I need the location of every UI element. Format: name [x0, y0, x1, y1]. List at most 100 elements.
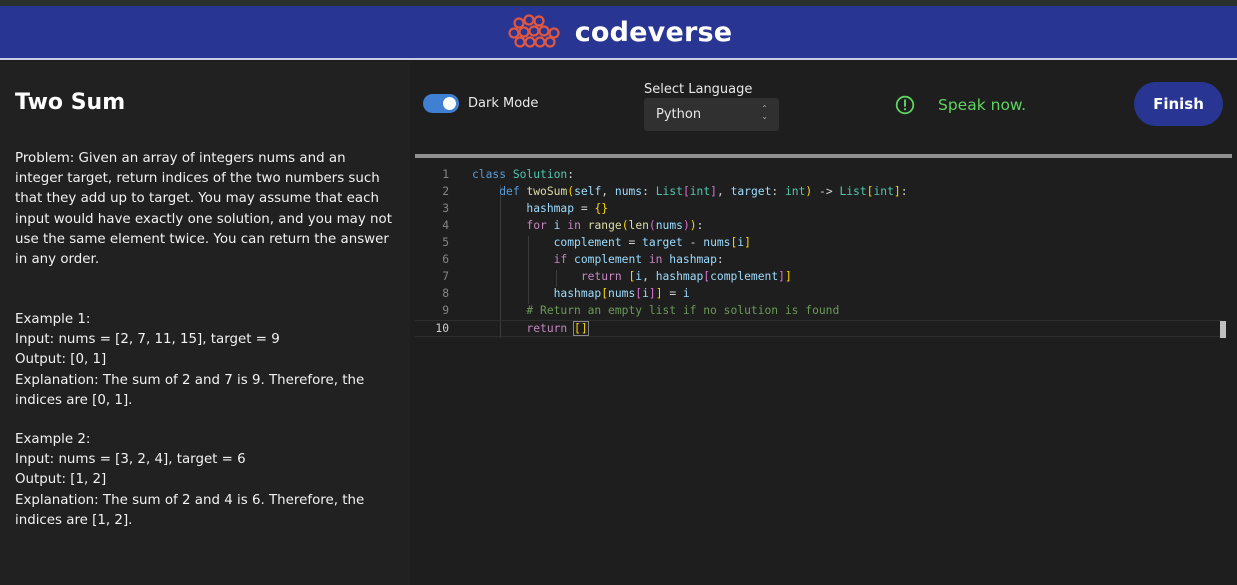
- line-code: # Return an empty list if no solution is…: [472, 304, 839, 317]
- line-number: 2: [442, 185, 449, 198]
- dark-mode-label: Dark Mode: [468, 96, 539, 111]
- problem-title: Two Sum: [15, 90, 126, 115]
- line-code: if complement in hashmap:: [553, 253, 724, 266]
- example-heading: Example 1:: [15, 312, 91, 327]
- code-token: target: [642, 236, 683, 249]
- example-heading: Example 2:: [15, 432, 91, 447]
- code-line: 8 hashmap[nums[i]] = i: [415, 286, 1222, 303]
- code-token: complement: [710, 270, 779, 283]
- code-token: List: [839, 185, 867, 198]
- line-number: 7: [442, 270, 449, 283]
- code-editor[interactable]: 1 class Solution: 2 def twoSum(self, num…: [415, 154, 1232, 585]
- dark-mode-toggle[interactable]: [423, 94, 459, 113]
- code-token: in: [648, 253, 663, 266]
- code-token: i: [642, 287, 649, 300]
- line-code: def twoSum(self, nums: List[int], target…: [499, 185, 908, 198]
- line-code: class Solution:: [472, 168, 575, 181]
- code-token: ]: [778, 270, 785, 283]
- code-line: 6 if complement in hashmap:: [415, 252, 1222, 269]
- code-line: 4 for i in range(len(nums)):: [415, 218, 1222, 235]
- code-line: 5 complement = target - nums[i]: [415, 235, 1222, 252]
- code-token: twoSum: [526, 185, 568, 198]
- code-token: ]: [784, 270, 792, 283]
- example-output: Output: [1, 2]: [15, 472, 107, 488]
- codeverse-logo-icon: [508, 14, 560, 48]
- line-code: return []: [472, 321, 589, 336]
- line-number: 1: [442, 168, 449, 181]
- editor-toolbar: Dark Mode Select Language Python ⌃ ⌄ Spea…: [410, 62, 1237, 154]
- editor-scroll-marker: [1220, 321, 1226, 338]
- code-token: int: [689, 185, 711, 198]
- speak-now-status: Speak now.: [938, 96, 1027, 114]
- line-number: 3: [442, 202, 449, 215]
- code-line: 2 def twoSum(self, nums: List[int], targ…: [415, 184, 1222, 201]
- line-number: 8: [442, 287, 449, 300]
- line-code: hashmap[nums[i]] = i: [553, 287, 690, 300]
- line-code: complement = target - nums[i]: [553, 236, 751, 249]
- code-token: Solution: [512, 168, 568, 181]
- code-token: {}: [594, 202, 609, 215]
- code-token: [: [682, 185, 690, 198]
- code-token: (: [621, 219, 629, 232]
- code-token: self: [574, 185, 602, 198]
- line-number: 6: [442, 253, 449, 266]
- line-code: for i in range(len(nums)):: [526, 219, 704, 232]
- select-arrows-icon: ⌃ ⌄: [761, 104, 768, 121]
- code-token: hashmap: [655, 270, 704, 283]
- line-number: 10: [435, 322, 449, 335]
- finish-button[interactable]: Finish: [1134, 82, 1223, 126]
- example-explanation: Explanation: The sum of 2 and 4 is 6. Th…: [15, 492, 365, 528]
- code-token: return: [580, 270, 622, 283]
- code-token: ]: [744, 236, 751, 249]
- line-number: 5: [442, 236, 449, 249]
- code-line: 1 class Solution:: [415, 167, 1222, 184]
- code-token: target: [730, 185, 772, 198]
- example-input: Input: nums = [3, 2, 4], target = 6: [15, 452, 246, 468]
- brand[interactable]: codeverse: [505, 12, 733, 52]
- app-header: codeverse: [0, 6, 1237, 60]
- code-line: 3 hashmap = {}: [415, 201, 1222, 218]
- code-token: ): [805, 185, 813, 198]
- code-token: i: [682, 287, 690, 300]
- alert-circle-icon: [895, 95, 915, 115]
- code-token: len: [628, 219, 649, 232]
- code-token: nums: [614, 185, 643, 198]
- code-token: # Return an empty list if no solution is…: [526, 304, 840, 317]
- code-token: ): [689, 219, 697, 232]
- code-token: (: [648, 219, 656, 232]
- language-select[interactable]: Python ⌃ ⌄: [644, 98, 779, 131]
- line-code: hashmap = {}: [526, 202, 609, 215]
- code-token: int: [785, 185, 806, 198]
- toggle-knob: [443, 97, 456, 110]
- code-token: return: [526, 322, 568, 335]
- code-token: ]: [655, 287, 663, 300]
- code-token: for: [526, 219, 547, 232]
- code-token: if: [553, 253, 568, 266]
- problem-statement: Problem: Given an array of integers nums…: [15, 151, 392, 268]
- code-token: []: [573, 321, 589, 336]
- code-token: hashmap: [669, 253, 717, 266]
- line-number: 9: [442, 304, 449, 317]
- example-input: Input: nums = [2, 7, 11, 15], target = 9: [15, 332, 280, 348]
- code-token: ): [682, 219, 690, 232]
- code-token: class: [472, 168, 507, 181]
- code-token: hashmap: [526, 202, 575, 215]
- code-token: complement: [553, 236, 622, 249]
- language-value: Python: [656, 107, 702, 122]
- example-2: Example 2: Input: nums = [3, 2, 4], targ…: [15, 430, 395, 531]
- brand-name: codeverse: [574, 16, 733, 48]
- code-token: nums: [703, 236, 731, 249]
- code-token: nums: [608, 287, 636, 300]
- code-token: in: [567, 219, 581, 232]
- line-code: return [i, hashmap[complement]]: [580, 270, 792, 283]
- code-token: ]: [893, 185, 901, 198]
- code-line: 9 # Return an empty list if no solution …: [415, 303, 1222, 320]
- code-token: ]: [710, 185, 717, 198]
- code-token: nums: [655, 219, 683, 232]
- code-token: List: [655, 185, 683, 198]
- problem-panel: Two Sum Problem: Given an array of integ…: [0, 62, 410, 585]
- code-token: hashmap: [553, 287, 602, 300]
- code-line-active: 10 return []: [415, 320, 1222, 337]
- code-token: i: [553, 219, 561, 232]
- code-token: int: [873, 185, 894, 198]
